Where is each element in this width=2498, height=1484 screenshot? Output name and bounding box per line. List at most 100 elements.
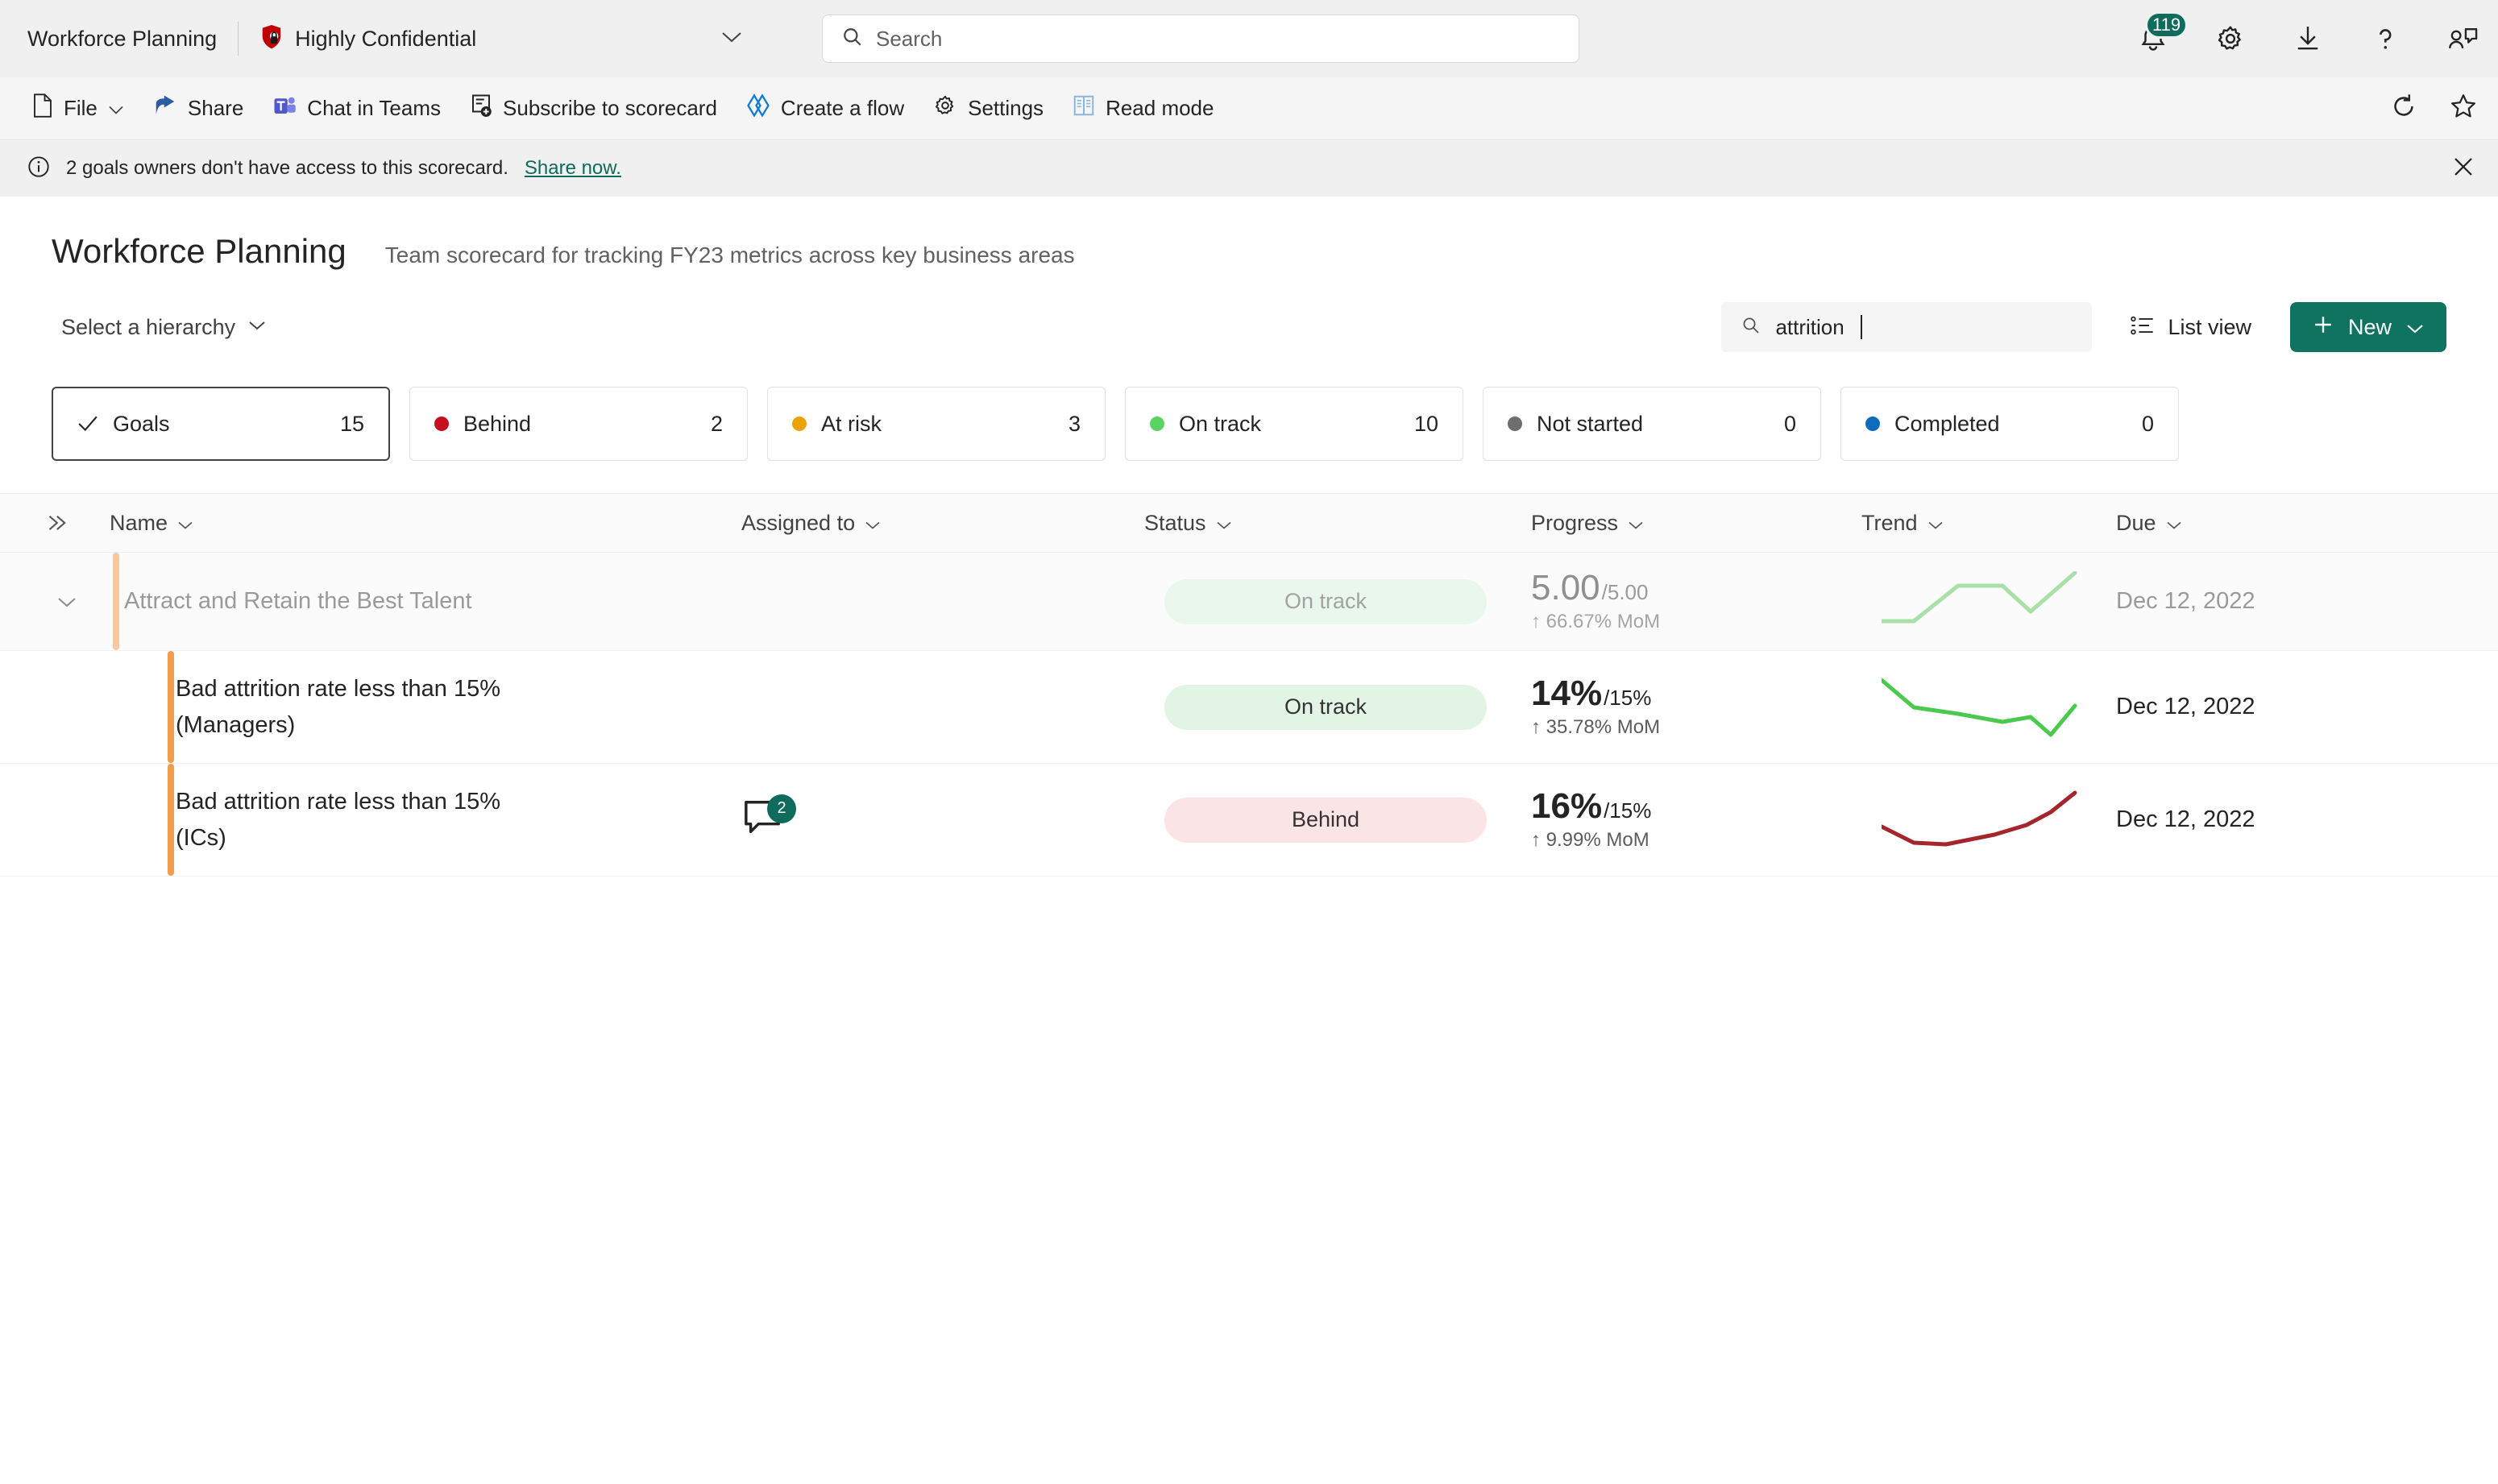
page-header: Workforce Planning Team scorecard for tr… bbox=[0, 197, 2498, 271]
filter-pill-count: 15 bbox=[339, 411, 364, 436]
gear-icon bbox=[933, 93, 957, 123]
command-read-mode[interactable]: Read mode bbox=[1058, 85, 1228, 131]
comment-count-badge: 2 bbox=[767, 794, 796, 823]
row-accent-bar bbox=[113, 553, 119, 650]
row-trend bbox=[1861, 677, 2103, 738]
row-expand-toggle[interactable] bbox=[0, 595, 89, 608]
plus-icon bbox=[2313, 314, 2334, 341]
column-header-trend[interactable]: Trend bbox=[1861, 511, 2103, 536]
page-title: Workforce Planning bbox=[52, 232, 346, 270]
column-header-due-label: Due bbox=[2116, 510, 2156, 535]
column-header-assigned-to[interactable]: Assigned to bbox=[741, 511, 1144, 536]
app-title: Workforce Planning bbox=[27, 26, 218, 51]
command-chat-in-teams[interactable]: Chat in Teams bbox=[258, 85, 455, 131]
filter-pill-behind[interactable]: Behind 2 bbox=[409, 387, 748, 461]
status-filter-pills: Goals 15 Behind 2 At risk 3 On track 10 … bbox=[52, 387, 2446, 461]
question-mark-icon[interactable] bbox=[2367, 21, 2403, 56]
column-header-due[interactable]: Due bbox=[2103, 511, 2442, 536]
gear-icon[interactable] bbox=[2213, 21, 2248, 56]
flow-icon bbox=[746, 93, 770, 123]
chevron-down-icon[interactable] bbox=[108, 96, 124, 121]
command-share[interactable]: Share bbox=[139, 85, 258, 131]
row-status: On track bbox=[1144, 578, 1507, 624]
sensitivity-label-button[interactable]: Highly Confidential bbox=[259, 23, 742, 55]
list-view-toggle[interactable]: List view bbox=[2116, 305, 2266, 350]
command-bar: File Share Chat in Teams Subscribe to sc… bbox=[0, 77, 2498, 140]
command-settings[interactable]: Settings bbox=[919, 85, 1058, 131]
comment-icon[interactable]: 2 bbox=[741, 794, 796, 843]
filter-pill-label: Completed bbox=[1894, 411, 2000, 436]
person-chat-icon[interactable] bbox=[2445, 21, 2480, 56]
file-icon bbox=[32, 93, 53, 123]
filter-pill-count: 10 bbox=[1413, 411, 1438, 436]
column-header-assigned-label: Assigned to bbox=[741, 510, 856, 535]
filter-pill-goals[interactable]: Goals 15 bbox=[52, 387, 390, 461]
filter-pill-count: 3 bbox=[1068, 411, 1081, 436]
command-create-flow-label: Create a flow bbox=[780, 96, 905, 120]
table-row[interactable]: Bad attrition rate less than 15% (Manage… bbox=[0, 651, 2498, 764]
info-icon bbox=[27, 155, 50, 182]
close-icon[interactable] bbox=[2451, 155, 2475, 183]
column-header-status-label: Status bbox=[1144, 510, 1206, 535]
new-button[interactable]: New bbox=[2289, 302, 2446, 352]
row-accent-bar bbox=[168, 764, 174, 876]
bell-icon[interactable]: 119 bbox=[2135, 11, 2189, 56]
hierarchy-selector-label: Select a hierarchy bbox=[61, 314, 236, 339]
subscribe-icon bbox=[470, 93, 492, 123]
command-file[interactable]: File bbox=[18, 85, 139, 131]
filter-pill-completed[interactable]: Completed 0 bbox=[1840, 387, 2179, 461]
chevron-down-icon[interactable] bbox=[721, 31, 742, 48]
command-create-a-flow[interactable]: Create a flow bbox=[732, 85, 919, 131]
chevron-down-icon bbox=[1927, 511, 1944, 536]
row-name-line-1: Bad attrition rate less than 15% bbox=[176, 676, 501, 703]
column-header-status[interactable]: Status bbox=[1144, 511, 1507, 536]
filter-pill-not-started[interactable]: Not started 0 bbox=[1483, 387, 1821, 461]
text-cursor bbox=[1860, 315, 1862, 339]
command-settings-label: Settings bbox=[968, 96, 1044, 120]
global-search-input[interactable]: Search bbox=[822, 15, 1579, 63]
row-progress: 14% /15% ↑ 35.78% MoM bbox=[1507, 675, 1861, 739]
row-trend bbox=[1861, 570, 2103, 632]
row-progress-current: 16% bbox=[1531, 786, 1603, 826]
chevron-down-icon bbox=[1216, 511, 1232, 536]
row-name: Bad attrition rate less than 15% (Manage… bbox=[89, 674, 741, 740]
filter-pill-on-track[interactable]: On track 10 bbox=[1125, 387, 1463, 461]
message-bar-link[interactable]: Share now. bbox=[525, 157, 621, 180]
share-icon bbox=[153, 93, 177, 123]
goal-search-input[interactable]: attrition bbox=[1721, 302, 2093, 352]
refresh-icon[interactable] bbox=[2390, 93, 2417, 124]
hierarchy-selector[interactable]: Select a hierarchy bbox=[61, 315, 266, 340]
column-header-progress[interactable]: Progress bbox=[1507, 511, 1861, 536]
top-bar-actions: 119 bbox=[2135, 0, 2480, 77]
row-progress-mom: ↑ 9.99% MoM bbox=[1531, 828, 1649, 851]
chevron-down-icon[interactable] bbox=[2406, 315, 2424, 340]
chevron-down-icon bbox=[1628, 511, 1644, 536]
filter-pill-at-risk[interactable]: At risk 3 bbox=[767, 387, 1106, 461]
status-dot-on-track bbox=[1150, 417, 1164, 431]
table-row[interactable]: Attract and Retain the Best Talent On tr… bbox=[0, 553, 2498, 651]
row-assigned-to: 2 bbox=[741, 794, 1144, 843]
filter-pill-count: 0 bbox=[2141, 411, 2154, 436]
chevron-down-icon bbox=[865, 511, 881, 536]
filter-pill-label: Not started bbox=[1537, 411, 1644, 436]
column-header-name[interactable]: Name bbox=[89, 511, 741, 536]
read-mode-icon bbox=[1073, 93, 1095, 123]
chevron-down-icon bbox=[177, 511, 193, 536]
star-icon[interactable] bbox=[2450, 93, 2477, 124]
sub-toolbar-right: attrition List view New bbox=[1721, 302, 2446, 352]
expand-all-toggle[interactable] bbox=[0, 513, 89, 533]
command-subscribe-to-scorecard[interactable]: Subscribe to scorecard bbox=[455, 85, 732, 131]
command-file-label: File bbox=[64, 96, 98, 120]
row-name-line-2: (ICs) bbox=[176, 824, 226, 851]
row-name-line-2: (Managers) bbox=[176, 711, 296, 738]
message-bar: 2 goals owners don't have access to this… bbox=[0, 140, 2498, 197]
command-bar-right-actions bbox=[2390, 93, 2477, 124]
row-progress-values: 14% /15% bbox=[1531, 675, 1861, 711]
row-progress: 5.00 /5.00 ↑ 66.67% MoM bbox=[1507, 570, 1861, 633]
goals-table: Name Assigned to Status Progress Trend D… bbox=[0, 493, 2498, 877]
new-button-label: New bbox=[2347, 314, 2392, 339]
row-name: Bad attrition rate less than 15% (ICs) bbox=[89, 787, 741, 852]
row-due-date: Dec 12, 2022 bbox=[2116, 694, 2255, 719]
table-row[interactable]: Bad attrition rate less than 15% (ICs) 2… bbox=[0, 764, 2498, 877]
download-icon[interactable] bbox=[2290, 21, 2326, 56]
